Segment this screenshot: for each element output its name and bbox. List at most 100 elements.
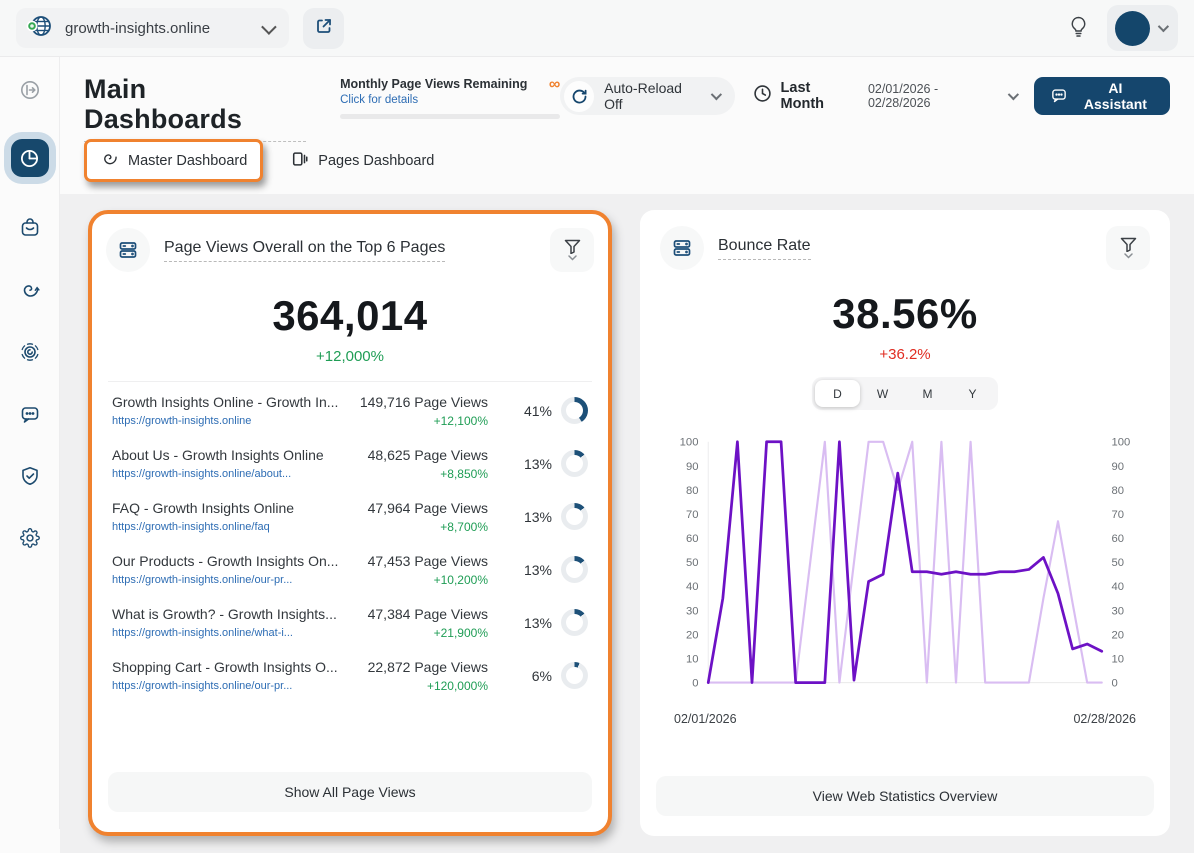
sidebar-nav — [0, 57, 60, 829]
page-views-count: 47,453 Page Views — [354, 553, 488, 569]
account-menu[interactable] — [1107, 5, 1178, 51]
spiral-icon — [100, 149, 119, 172]
sidebar-collapse-button[interactable] — [11, 71, 49, 109]
auto-reload-dropdown[interactable]: Auto-Reload Off — [560, 77, 734, 115]
donut-gauge — [561, 662, 588, 689]
page-views-row[interactable]: FAQ - Growth Insights Online https://gro… — [106, 490, 594, 543]
page-url-link[interactable]: https://growth-insights.online/faq — [112, 521, 354, 533]
total-page-views-change: +12,000% — [106, 348, 594, 365]
sidebar-item-dashboards[interactable] — [11, 139, 49, 177]
quota-details-link[interactable]: Click for details — [340, 94, 527, 106]
external-link-icon — [315, 17, 333, 40]
svg-text:20: 20 — [686, 629, 699, 641]
page-views-percent: 13% — [524, 456, 552, 472]
page-views-change: +10,200% — [354, 573, 488, 587]
page-views-percent: 13% — [524, 615, 552, 631]
site-switcher[interactable]: growth-insights.online — [16, 8, 289, 48]
granularity-option-y[interactable]: Y — [950, 380, 995, 407]
view-web-statistics-button[interactable]: View Web Statistics Overview — [656, 776, 1154, 816]
svg-text:100: 100 — [680, 437, 699, 449]
svg-text:80: 80 — [686, 485, 699, 497]
sidebar-item-visitor-behavior[interactable] — [11, 333, 49, 371]
granularity-option-m[interactable]: M — [905, 380, 950, 407]
svg-text:90: 90 — [1112, 461, 1125, 473]
sidebar-item-communication[interactable] — [11, 395, 49, 433]
show-all-page-views-button[interactable]: Show All Page Views — [108, 772, 592, 812]
page-views-count: 149,716 Page Views — [354, 394, 488, 410]
donut-gauge — [561, 503, 588, 530]
page-title: Growth Insights Online - Growth In... — [112, 394, 354, 410]
refresh-icon — [564, 81, 594, 112]
chevron-down-icon — [1124, 253, 1133, 259]
line-chart[interactable]: 0010102020303040405050606070708080909010… — [660, 432, 1150, 710]
clock-icon — [753, 84, 772, 108]
page-views-percent: 13% — [524, 509, 552, 525]
page-views-row[interactable]: Our Products - Growth Insights On... htt… — [106, 543, 594, 596]
svg-text:50: 50 — [686, 557, 699, 569]
page-header: Main Dashboards Monthly Page Views Remai… — [60, 57, 1194, 131]
chart-series-current-period — [708, 442, 1102, 683]
widget-filter-button[interactable] — [550, 228, 594, 272]
donut-gauge — [561, 609, 588, 636]
site-globe-logo — [26, 14, 53, 43]
svg-text:100: 100 — [1112, 437, 1131, 449]
ideas-button[interactable] — [1068, 15, 1089, 42]
ai-assistant-label: AI Assistant — [1077, 80, 1154, 112]
svg-text:70: 70 — [686, 509, 699, 521]
page-url-link[interactable]: https://growth-insights.online/our-pr... — [112, 574, 354, 586]
sidebar-item-privacy[interactable] — [11, 457, 49, 495]
page-url-link[interactable]: https://growth-insights.online — [112, 415, 354, 427]
granularity-toggle: DWMY — [812, 377, 998, 410]
chevron-down-icon — [568, 255, 577, 261]
page-views-row[interactable]: What is Growth? - Growth Insights... htt… — [106, 596, 594, 649]
date-range-picker[interactable]: Last Month 02/01/2026 - 02/28/2026 — [753, 80, 1016, 112]
widget-type-icon — [106, 228, 150, 272]
svg-text:40: 40 — [686, 581, 699, 593]
tab-label: Pages Dashboard — [318, 153, 434, 169]
svg-text:0: 0 — [1112, 678, 1118, 690]
page-url-link[interactable]: https://growth-insights.online/what-i... — [112, 627, 354, 639]
dashboard-canvas: Page Views Overall on the Top 6 Pages 36… — [60, 194, 1194, 853]
lightbulb-icon — [1068, 15, 1089, 42]
quota-label: Monthly Page Views Remaining — [340, 77, 527, 91]
dashboard-tabs: Master Dashboard Pages Dashboard — [60, 131, 1194, 194]
widget-filter-button[interactable] — [1106, 226, 1150, 270]
chevron-down-icon — [710, 89, 721, 100]
page-views-percent: 6% — [532, 668, 552, 684]
sidebar-item-modules[interactable] — [11, 209, 49, 247]
granularity-option-w[interactable]: W — [860, 380, 905, 407]
avatar — [1115, 11, 1150, 46]
page-views-row[interactable]: Shopping Cart - Growth Insights O... htt… — [106, 649, 594, 702]
page-title: Our Products - Growth Insights On... — [112, 553, 354, 569]
sidebar-item-settings[interactable] — [11, 519, 49, 557]
page-views-change: +12,100% — [354, 414, 488, 428]
pie-chart-icon — [19, 148, 40, 169]
granularity-option-d[interactable]: D — [815, 380, 860, 407]
page-url-link[interactable]: https://growth-insights.online/our-pr... — [112, 680, 354, 692]
page-url-link[interactable]: https://growth-insights.online/about... — [112, 468, 354, 480]
svg-text:20: 20 — [1112, 629, 1125, 641]
tab-master-dashboard[interactable]: Master Dashboard — [84, 139, 263, 182]
page-views-count: 47,964 Page Views — [354, 500, 488, 516]
page-views-row[interactable]: About Us - Growth Insights Online https:… — [106, 437, 594, 490]
gear-icon — [19, 527, 41, 549]
chat-icon — [1050, 86, 1068, 107]
page-views-row[interactable]: Growth Insights Online - Growth In... ht… — [106, 384, 594, 437]
period-dates: 02/01/2026 - 02/28/2026 — [868, 82, 999, 110]
bounce-rate-chart: 0010102020303040405050606070708080909010… — [660, 432, 1150, 726]
svg-text:10: 10 — [1112, 653, 1125, 665]
x-axis-start-label: 02/01/2026 — [674, 712, 737, 726]
widget-title[interactable]: Bounce Rate — [718, 237, 811, 260]
widget-bounce-rate: Bounce Rate 38.56% +36.2% DWMY 001010202… — [640, 210, 1170, 836]
open-site-button[interactable] — [303, 8, 344, 49]
tab-pages-dashboard[interactable]: Pages Dashboard — [279, 142, 446, 180]
widget-title[interactable]: Page Views Overall on the Top 6 Pages — [164, 239, 445, 262]
sidebar-item-company-insights[interactable] — [11, 271, 49, 309]
bag-icon — [19, 217, 41, 239]
auto-reload-label: Auto-Reload Off — [604, 80, 701, 112]
page-views-change: +120,000% — [354, 679, 488, 693]
ai-assistant-button[interactable]: AI Assistant — [1034, 77, 1170, 115]
donut-gauge — [561, 556, 588, 583]
page-views-count: 22,872 Page Views — [354, 659, 488, 675]
svg-text:10: 10 — [686, 653, 699, 665]
